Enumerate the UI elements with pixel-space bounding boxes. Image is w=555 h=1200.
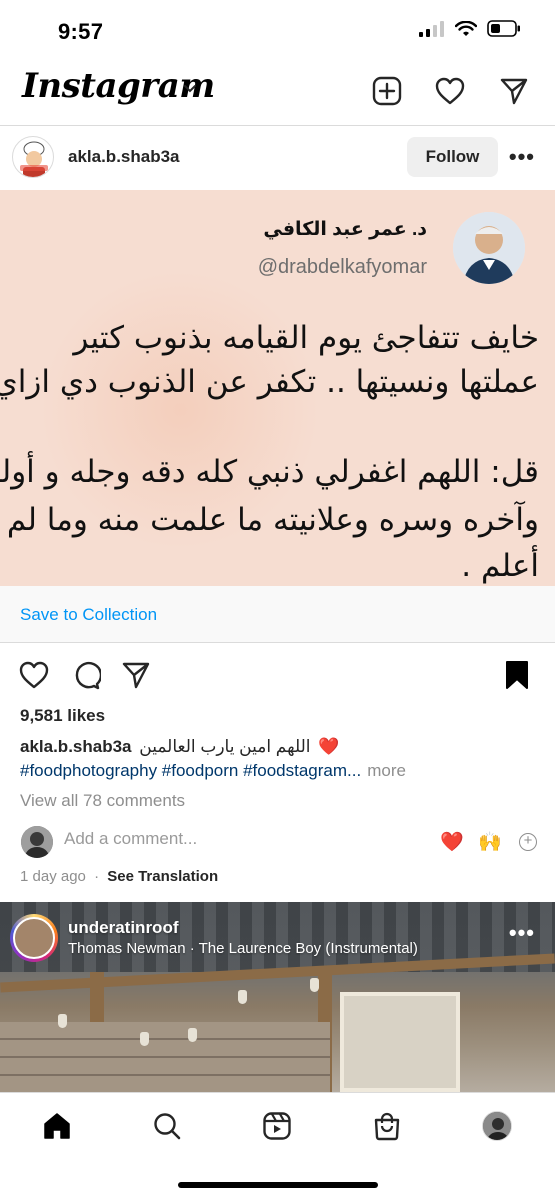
see-translation-link[interactable]: See Translation bbox=[107, 868, 218, 885]
string-light-bulb bbox=[238, 990, 247, 1004]
like-heart-icon[interactable] bbox=[16, 657, 52, 693]
home-indicator[interactable] bbox=[178, 1182, 378, 1188]
string-light-bulb bbox=[310, 978, 319, 992]
status-icons bbox=[419, 20, 521, 37]
follow-button[interactable]: Follow bbox=[407, 137, 498, 177]
quote-line-5: أعلم . bbox=[461, 548, 539, 584]
post-username[interactable]: akla.b.shab3a bbox=[68, 147, 180, 167]
share-icon[interactable] bbox=[118, 657, 154, 693]
post-header: akla.b.shab3a Follow ••• bbox=[0, 126, 555, 190]
post-author-avatar[interactable] bbox=[12, 136, 54, 178]
view-all-comments-link[interactable]: View all 78 comments bbox=[20, 791, 185, 811]
quote-line-4: وآخره وسره وعلانيته ما علمت منه وما لم bbox=[6, 502, 539, 538]
meta-separator: · bbox=[94, 868, 100, 885]
cellular-signal-icon bbox=[419, 20, 444, 37]
new-post-icon[interactable] bbox=[370, 74, 404, 108]
post-image[interactable]: د. عمر عبد الكافي @drabdelkafyomar خايف … bbox=[0, 190, 555, 586]
caption-heart-emoji: ❤️ bbox=[318, 737, 340, 756]
quick-reaction-raised-hands[interactable]: 🙌 bbox=[478, 830, 502, 854]
quote-line-2: عملتها ونسيتها .. تكفر عن الذنوب دي ازاي… bbox=[0, 364, 539, 400]
add-comment-row: ❤️ 🙌 + bbox=[0, 824, 555, 862]
battery-icon bbox=[487, 20, 520, 37]
reels-icon[interactable] bbox=[260, 1109, 294, 1143]
current-user-avatar bbox=[21, 826, 53, 858]
status-bar: 9:57 bbox=[0, 0, 555, 62]
window bbox=[340, 992, 460, 1092]
string-light-bulb bbox=[188, 1028, 197, 1042]
caption-hashtags: #foodphotography #foodporn #foodstagram.… bbox=[20, 761, 406, 781]
quote-line-1: خايف تتفاجئ يوم القيامه بذنوب كتير bbox=[73, 320, 539, 356]
like-count[interactable]: 9,581 likes bbox=[20, 706, 105, 726]
save-to-collection-bar[interactable]: Save to Collection bbox=[0, 586, 555, 643]
post-meta: 1 day ago · See Translation bbox=[20, 868, 218, 885]
tweet-author-name: د. عمر عبد الكافي bbox=[263, 219, 427, 240]
tweet-author-handle: @drabdelkafyomar bbox=[257, 256, 427, 278]
app-header: Instagram bbox=[0, 62, 555, 126]
caption-username[interactable]: akla.b.shab3a bbox=[20, 737, 132, 756]
status-time: 9:57 bbox=[58, 19, 104, 44]
caption-text: اللهم امين يارب العالمين bbox=[139, 737, 311, 756]
more-options-icon[interactable]: ••• bbox=[509, 146, 535, 168]
shop-icon[interactable] bbox=[370, 1109, 404, 1143]
post-caption: akla.b.shab3a اللهم امين يارب العالمين ❤… bbox=[20, 737, 339, 757]
save-to-collection-link[interactable]: Save to Collection bbox=[20, 605, 157, 625]
next-post-more-options-icon[interactable]: ••• bbox=[509, 922, 535, 944]
next-post-media[interactable]: underatinroof Thomas Newman · The Lauren… bbox=[0, 902, 555, 1092]
string-light-bulb bbox=[140, 1032, 149, 1046]
quote-line-3: قل: اللهم اغفرلي ذنبي كله دقه وجله و أول… bbox=[0, 454, 539, 490]
stone-wall bbox=[0, 1022, 330, 1092]
string-light-bulb bbox=[58, 1014, 67, 1028]
tweet-author-photo bbox=[453, 212, 525, 284]
next-post-username[interactable]: underatinroof bbox=[68, 918, 179, 938]
add-emoji-icon[interactable]: + bbox=[519, 833, 537, 851]
direct-message-icon[interactable] bbox=[497, 74, 531, 108]
comment-icon[interactable] bbox=[68, 657, 104, 693]
post-time-ago: 1 day ago bbox=[20, 868, 86, 885]
activity-heart-icon[interactable] bbox=[433, 74, 467, 108]
profile-avatar[interactable] bbox=[480, 1109, 514, 1143]
bookmark-saved-icon[interactable] bbox=[499, 657, 535, 693]
wifi-icon bbox=[455, 20, 477, 36]
chevron-down-icon[interactable] bbox=[183, 84, 197, 94]
hashtag-links[interactable]: #foodphotography #foodporn #foodstagram.… bbox=[20, 761, 361, 780]
next-post-audio[interactable]: Thomas Newman · The Laurence Boy (Instru… bbox=[68, 940, 418, 957]
caption-more-link[interactable]: more bbox=[367, 761, 406, 780]
quick-reaction-heart[interactable]: ❤️ bbox=[440, 830, 464, 854]
bottom-navigation bbox=[0, 1092, 555, 1200]
add-comment-input[interactable] bbox=[64, 829, 364, 849]
search-icon[interactable] bbox=[150, 1109, 184, 1143]
next-post-avatar[interactable] bbox=[10, 914, 58, 962]
home-icon[interactable] bbox=[40, 1109, 74, 1143]
